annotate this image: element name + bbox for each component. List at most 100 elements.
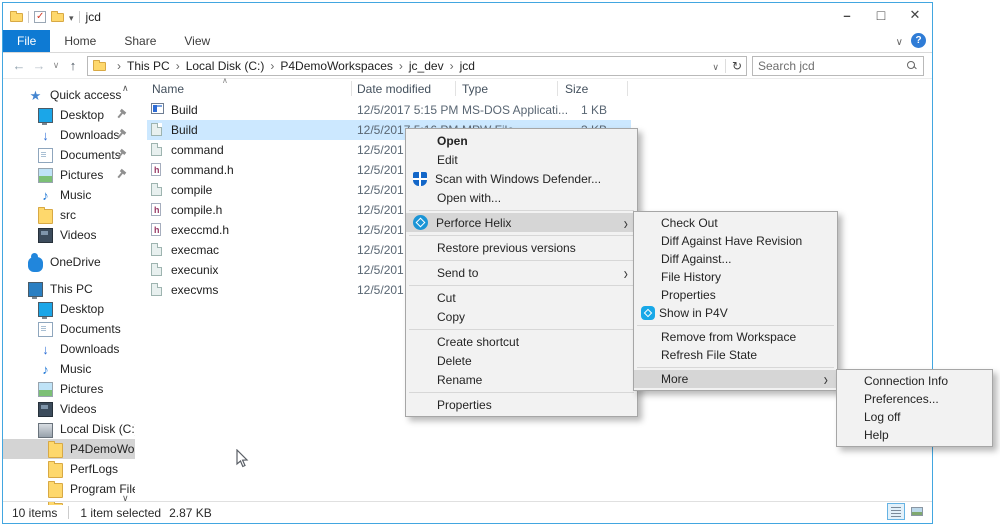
submenu-item[interactable]: Check Out › <box>634 214 837 232</box>
file-row[interactable]: Build 12/5/2017 5:15 PM MS-DOS Applicati… <box>147 100 631 120</box>
menu-item-label: Show in P4V <box>659 306 728 320</box>
sidebar-item[interactable]: OneDrive <box>3 252 135 272</box>
breadcrumb-item[interactable]: P4DemoWorkspaces <box>264 59 393 73</box>
sidebar-item[interactable]: Downloads <box>3 125 135 145</box>
sidebar-item[interactable]: This PC <box>3 279 135 299</box>
sidebar-item[interactable]: Documents <box>3 145 135 165</box>
submenu-item[interactable]: Diff Against Have Revision › <box>634 232 837 250</box>
menu-item-label: File History <box>661 270 721 284</box>
context-menu-item[interactable]: Rename › <box>406 370 637 389</box>
forward-button[interactable]: → <box>29 58 49 73</box>
selection-summary: 1 item selected <box>80 506 161 520</box>
new-folder-icon[interactable] <box>51 13 64 22</box>
back-button[interactable]: ← <box>9 58 29 73</box>
sidebar-item[interactable]: Quick access <box>3 85 135 105</box>
breadcrumb-item[interactable]: jcd <box>444 59 475 73</box>
column-header-type[interactable]: Type <box>462 82 488 96</box>
file-name: command.h <box>171 163 234 177</box>
column-header-date[interactable]: Date modified <box>357 82 431 96</box>
thumbnails-view-button[interactable] <box>908 503 926 520</box>
column-divider[interactable] <box>351 81 352 96</box>
sidebar-item[interactable]: src <box>3 205 135 225</box>
column-divider[interactable] <box>557 81 558 96</box>
context-menu-item[interactable]: Create shortcut › <box>406 332 637 351</box>
sidebar-item[interactable]: Desktop <box>3 105 135 125</box>
context-menu-item[interactable]: Send to › <box>406 263 637 282</box>
submenu-item[interactable]: More › <box>634 370 837 388</box>
breadcrumb-item[interactable]: Local Disk (C:) <box>170 59 265 73</box>
submenu-item[interactable]: Diff Against... › <box>634 250 837 268</box>
sidebar-item[interactable]: Program Files <box>3 479 135 499</box>
ribbon-tab[interactable]: Home <box>50 30 110 52</box>
ribbon-tab-label: File <box>17 34 36 48</box>
maximize-button[interactable] <box>864 3 898 27</box>
context-menu-item[interactable]: Cut › <box>406 288 637 307</box>
context-menu-item[interactable]: Perforce Helix › <box>406 213 637 232</box>
help-icon[interactable]: ? <box>911 33 926 48</box>
ribbon-tab[interactable]: Share <box>110 30 170 52</box>
submenu-item[interactable]: Properties › <box>634 286 837 304</box>
submenu-item[interactable]: Log off › <box>837 408 992 426</box>
column-header-name[interactable]: Name <box>152 82 184 96</box>
sidebar-item[interactable]: Music <box>3 359 135 379</box>
context-menu-item[interactable]: Restore previous versions › <box>406 238 637 257</box>
submenu-item[interactable]: Remove from Workspace › <box>634 328 837 346</box>
context-menu-item[interactable]: Delete › <box>406 351 637 370</box>
submenu-item[interactable]: Help › <box>837 426 992 444</box>
submenu-item[interactable]: Show in P4V › <box>634 304 837 322</box>
customize-qat-chevron-icon[interactable] <box>69 10 74 24</box>
close-button[interactable] <box>898 3 932 27</box>
submenu-item[interactable]: Preferences... › <box>837 390 992 408</box>
up-button[interactable]: ↑ <box>63 58 83 73</box>
sidebar-item[interactable]: Music <box>3 185 135 205</box>
sidebar-item[interactable]: PerfLogs <box>3 459 135 479</box>
breadcrumb-item[interactable]: This PC <box>111 59 170 73</box>
recent-locations-chevron-icon[interactable]: ∨ <box>49 60 63 71</box>
folder-icon <box>48 443 63 458</box>
expand-ribbon-chevron-icon[interactable] <box>896 34 903 48</box>
sidebar-item[interactable]: Local Disk (C:) <box>3 419 135 439</box>
column-divider[interactable] <box>455 81 456 96</box>
details-view-button[interactable] <box>887 503 905 520</box>
context-menu-item[interactable]: Copy › <box>406 307 637 326</box>
sidebar-item[interactable]: Videos <box>3 225 135 245</box>
column-header-size[interactable]: Size <box>565 82 588 96</box>
ribbon-tab[interactable]: View <box>170 30 224 52</box>
sidebar-item[interactable]: Pictures <box>3 379 135 399</box>
menu-item-label: Send to <box>437 266 478 280</box>
computer-icon <box>28 282 43 297</box>
sidebar-item[interactable]: Downloads <box>3 339 135 359</box>
address-bar[interactable]: This PC Local Disk (C:) P4DemoWorkspaces… <box>87 56 747 76</box>
divider <box>79 11 80 23</box>
sidebar-item[interactable]: Pictures <box>3 165 135 185</box>
sidebar-item[interactable]: Desktop <box>3 299 135 319</box>
minimize-button[interactable] <box>830 3 864 27</box>
submenu-item[interactable]: File History › <box>634 268 837 286</box>
menu-item-label: Create shortcut <box>437 335 519 349</box>
context-menu-item[interactable]: Scan with Windows Defender... › <box>406 169 637 188</box>
context-menu-item[interactable]: Open with... › <box>406 188 637 207</box>
submenu-item[interactable]: Connection Info › <box>837 372 992 390</box>
file-name: compile.h <box>171 203 222 217</box>
submenu-item[interactable]: Refresh File State › <box>634 346 837 364</box>
breadcrumb-item[interactable]: jc_dev <box>393 59 444 73</box>
properties-check-icon[interactable] <box>34 11 46 23</box>
no-icon <box>413 290 429 306</box>
refresh-icon[interactable] <box>732 59 742 73</box>
search-icon[interactable] <box>907 61 917 71</box>
no-icon <box>641 347 657 363</box>
thumbnails-view-icon <box>911 507 923 516</box>
search-input[interactable] <box>758 58 898 74</box>
context-menu-item[interactable]: Edit › <box>406 150 637 169</box>
address-dropdown-chevron-icon[interactable] <box>712 59 719 73</box>
context-menu-item[interactable]: Open › <box>406 131 637 150</box>
sidebar-item[interactable]: Videos <box>3 399 135 419</box>
column-divider[interactable] <box>627 81 628 96</box>
sidebar-item[interactable]: P4DemoWorks <box>3 439 135 459</box>
sidebar-item[interactable]: Documents <box>3 319 135 339</box>
search-box[interactable] <box>752 56 924 76</box>
h-file-icon <box>151 203 161 216</box>
context-menu-item[interactable]: Properties › <box>406 395 637 414</box>
sort-ascending-icon: ∧ <box>222 76 228 85</box>
ribbon-tab[interactable]: File <box>3 30 50 52</box>
